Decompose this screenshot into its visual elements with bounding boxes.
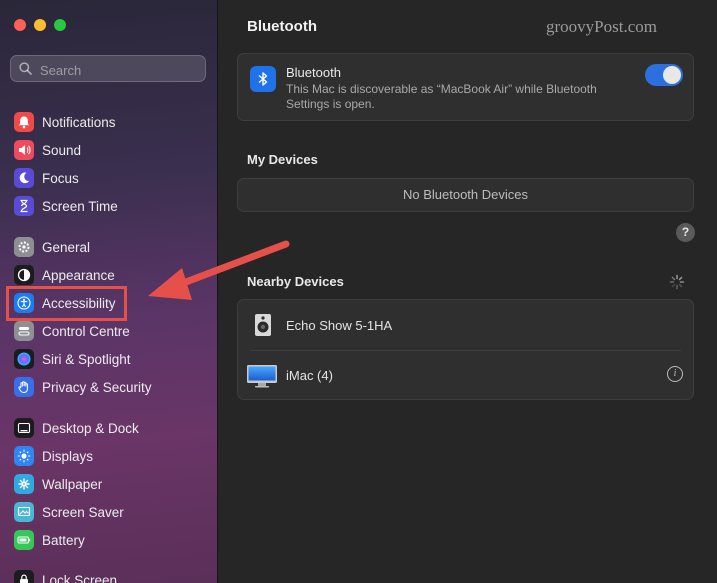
bluetooth-icon bbox=[250, 66, 276, 92]
sidebar-item-label: Lock Screen bbox=[42, 572, 118, 583]
zoom-button[interactable] bbox=[54, 19, 66, 31]
sidebar-item-label: Screen Saver bbox=[42, 504, 124, 520]
sidebar-item-battery[interactable]: Battery bbox=[14, 528, 85, 552]
appearance-icon bbox=[14, 265, 34, 285]
watermark: groovyPost.com bbox=[546, 17, 657, 36]
screen-saver-icon bbox=[14, 502, 34, 522]
sidebar-item-siri-spotlight[interactable]: Siri & Spotlight bbox=[14, 347, 131, 371]
my-devices-list: No Bluetooth Devices bbox=[237, 178, 694, 212]
sidebar-item-label: Screen Time bbox=[42, 198, 118, 214]
gear-icon bbox=[14, 237, 34, 257]
sidebar-item-label: Battery bbox=[42, 532, 85, 548]
sidebar-item-label: Control Centre bbox=[42, 323, 130, 339]
sidebar-item-sound[interactable]: Sound bbox=[14, 138, 81, 162]
sidebar-item-label: Appearance bbox=[42, 267, 115, 283]
sidebar-item-label: General bbox=[42, 239, 91, 255]
device-row-echo-show[interactable]: Echo Show 5-1HA bbox=[238, 300, 693, 350]
sidebar-item-general[interactable]: General bbox=[14, 235, 90, 259]
speaker-device-icon bbox=[255, 314, 271, 336]
bluetooth-description: This Mac is discoverable as “MacBook Air… bbox=[286, 82, 597, 111]
sidebar-item-lock-screen[interactable]: Lock Screen bbox=[14, 568, 117, 583]
help-button[interactable]: ? bbox=[676, 223, 695, 242]
sidebar-item-appearance[interactable]: Appearance bbox=[14, 263, 115, 287]
device-label: Echo Show 5-1HA bbox=[286, 318, 393, 333]
traffic-lights bbox=[14, 19, 66, 31]
highlight-box bbox=[6, 286, 127, 321]
close-button[interactable] bbox=[14, 19, 26, 31]
sidebar-item-label: Sound bbox=[42, 142, 82, 158]
sidebar-item-label: Focus bbox=[42, 170, 79, 186]
loading-spinner-icon bbox=[669, 274, 685, 290]
sidebar-item-focus[interactable]: Focus bbox=[14, 166, 79, 190]
minimize-button[interactable] bbox=[34, 19, 46, 31]
imac-icon bbox=[247, 365, 277, 388]
sidebar-item-wallpaper[interactable]: Wallpaper bbox=[14, 472, 102, 496]
search-icon bbox=[19, 62, 32, 75]
control-centre-icon bbox=[14, 321, 34, 341]
settings-window: Notifications Sound Focus Screen Time bbox=[0, 0, 717, 583]
sidebar-item-label: Desktop & Dock bbox=[42, 420, 139, 436]
hand-icon bbox=[14, 377, 34, 397]
info-icon[interactable]: i bbox=[667, 366, 683, 382]
search-field[interactable] bbox=[10, 55, 206, 82]
sidebar-item-control-centre[interactable]: Control Centre bbox=[14, 319, 130, 343]
my-devices-header: My Devices bbox=[247, 152, 318, 167]
bluetooth-label: Bluetooth bbox=[286, 65, 341, 80]
sidebar-item-label: Privacy & Security bbox=[42, 379, 152, 395]
sidebar-item-label: Siri & Spotlight bbox=[42, 351, 131, 367]
wallpaper-icon bbox=[14, 474, 34, 494]
sidebar-item-label: Wallpaper bbox=[42, 476, 103, 492]
sidebar-item-screen-saver[interactable]: Screen Saver bbox=[14, 500, 124, 524]
bell-icon bbox=[14, 112, 34, 132]
sidebar-item-label: Displays bbox=[42, 448, 94, 464]
device-label: iMac (4) bbox=[286, 368, 333, 383]
sidebar-item-screen-time[interactable]: Screen Time bbox=[14, 194, 118, 218]
sidebar-item-label: Notifications bbox=[42, 114, 116, 130]
battery-icon bbox=[14, 530, 34, 550]
bluetooth-toggle[interactable] bbox=[645, 64, 683, 86]
sun-icon bbox=[14, 446, 34, 466]
nearby-devices-header: Nearby Devices bbox=[247, 274, 344, 289]
speaker-icon bbox=[14, 140, 34, 160]
nearby-devices-list: Echo Show 5-1HA iMac (4) i bbox=[237, 299, 694, 400]
empty-state-label: No Bluetooth Devices bbox=[402, 187, 528, 202]
siri-icon bbox=[14, 349, 34, 369]
device-row-imac[interactable]: iMac (4) i bbox=[238, 351, 693, 401]
sidebar-item-notifications[interactable]: Notifications bbox=[14, 110, 116, 134]
lock-icon bbox=[14, 570, 34, 583]
search-input[interactable] bbox=[38, 60, 202, 80]
moon-icon bbox=[14, 168, 34, 188]
page-title: Bluetooth bbox=[247, 18, 317, 35]
dock-icon bbox=[14, 418, 34, 438]
sidebar-item-desktop-dock[interactable]: Desktop & Dock bbox=[14, 416, 139, 440]
bluetooth-card: Bluetooth This Mac is discoverable as “M… bbox=[237, 53, 694, 121]
toggle-knob bbox=[663, 66, 681, 84]
sidebar-item-privacy-security[interactable]: Privacy & Security bbox=[14, 375, 152, 399]
sidebar-item-displays[interactable]: Displays bbox=[14, 444, 93, 468]
main-pane: Bluetooth groovyPost.com Bluetooth This … bbox=[218, 0, 717, 583]
hourglass-icon bbox=[14, 196, 34, 216]
